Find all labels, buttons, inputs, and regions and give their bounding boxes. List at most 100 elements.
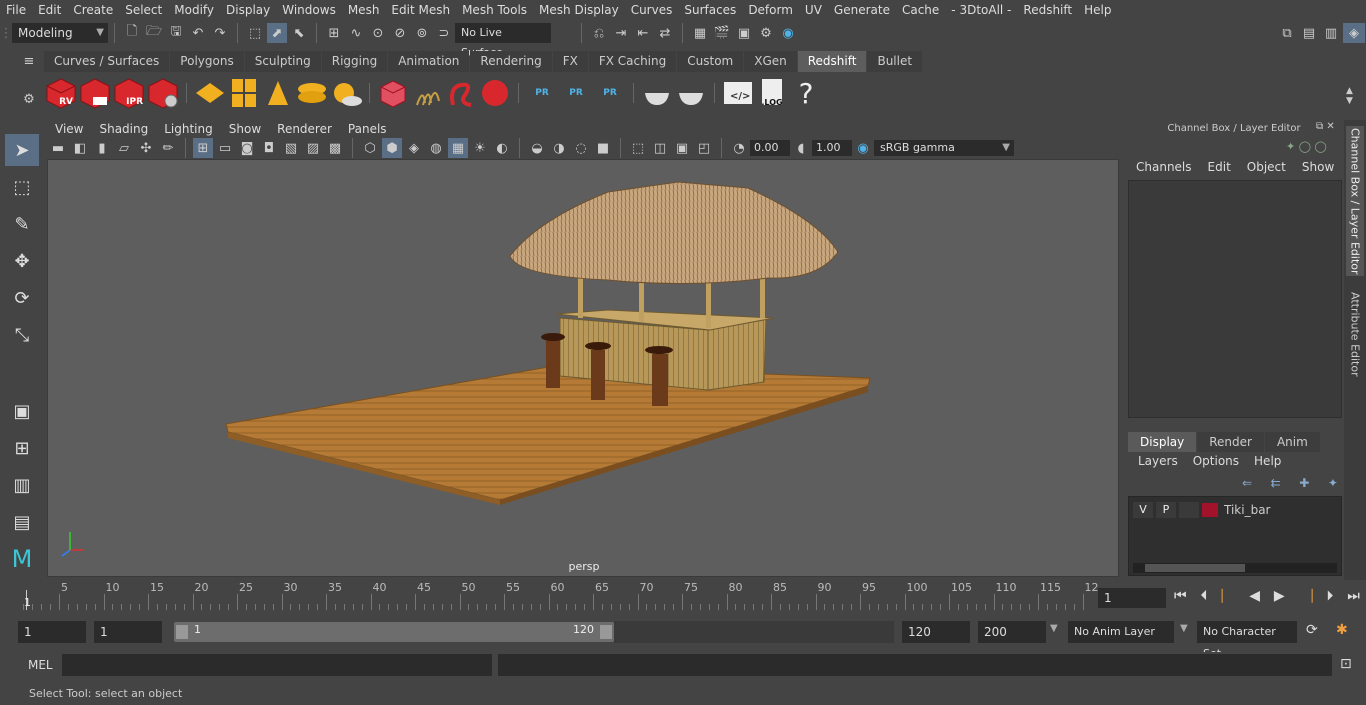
screen-space-ao-icon[interactable]: ◒	[527, 138, 547, 158]
rotate-tool-icon[interactable]: ⟳	[5, 282, 39, 314]
start-time-field[interactable]: 1	[18, 621, 86, 643]
wireframe-icon[interactable]: ⬡	[360, 138, 380, 158]
script-editor-button-icon[interactable]: ⊡	[1340, 656, 1352, 672]
character-set-dropdown[interactable]: No Character Set	[1197, 621, 1297, 660]
range-track[interactable]	[614, 621, 894, 643]
channel-box-menu-show[interactable]: Show	[1294, 160, 1342, 178]
panel-menu-renderer[interactable]: Renderer	[269, 122, 340, 136]
render-view-icon[interactable]: ▦	[690, 23, 710, 43]
command-mode-label[interactable]: MEL	[28, 658, 53, 672]
new-layer-selected-icon[interactable]: ✦	[1328, 476, 1338, 492]
menu-cache[interactable]: Cache	[896, 0, 945, 20]
redshift-ipr-icon[interactable]: IPR	[113, 77, 145, 109]
tab-sculpting[interactable]: Sculpting	[244, 51, 321, 72]
toolbox-toggle-icon[interactable]: ▥	[1321, 23, 1341, 43]
tab-rendering[interactable]: Rendering	[470, 51, 552, 72]
render-current-icon[interactable]: 🎬	[712, 23, 732, 43]
menu-3dtoall[interactable]: - 3DtoAll -	[945, 0, 1017, 20]
play-forward-icon[interactable]: ▶	[1274, 588, 1285, 608]
tab-fx-caching[interactable]: FX Caching	[588, 51, 677, 72]
image-plane-icon[interactable]: ▱	[114, 138, 134, 158]
ipr-render-icon[interactable]: ▣	[734, 23, 754, 43]
layer-scrollbar[interactable]	[1133, 563, 1337, 573]
scale-tool-icon[interactable]: ⤡	[5, 319, 39, 351]
color-management-icon[interactable]: ◉	[853, 138, 873, 158]
lasso-tool-icon[interactable]: ⬚	[5, 171, 39, 203]
tab-polygons[interactable]: Polygons	[170, 51, 244, 72]
tab-display[interactable]: Display	[1128, 432, 1197, 452]
panel-menu-view[interactable]: View	[47, 122, 91, 136]
safe-action-icon[interactable]: ▨	[303, 138, 323, 158]
scrollbar-thumb[interactable]	[1145, 564, 1245, 572]
menu-edit-mesh[interactable]: Edit Mesh	[385, 0, 456, 20]
menu-deform[interactable]: Deform	[742, 0, 799, 20]
layout-icon[interactable]: ▥	[5, 469, 39, 501]
auto-key-icon[interactable]: ⟳	[1306, 622, 1318, 638]
go-to-start-icon[interactable]: ⏮	[1174, 588, 1187, 608]
camera-icon[interactable]: ▬	[48, 138, 68, 158]
channel-box-icons[interactable]: ✦ ◯ ◯	[1286, 140, 1342, 156]
step-back-key-icon[interactable]: ⏴	[1200, 588, 1207, 608]
tab-redshift[interactable]: Redshift	[797, 51, 867, 72]
render-sequence-icon[interactable]: ⇄	[655, 23, 675, 43]
snap-surface-icon[interactable]: ⊚	[412, 23, 432, 43]
redshift-bowl-icon[interactable]	[641, 77, 673, 109]
shadows-icon[interactable]: ◐	[492, 138, 512, 158]
panel-menu-show[interactable]: Show	[221, 122, 269, 136]
hypershade-icon[interactable]: ◉	[778, 23, 798, 43]
layer-display-type[interactable]	[1179, 502, 1199, 518]
select-tool-icon[interactable]: ➤	[5, 134, 39, 166]
shelf-grip-icon[interactable]: ≡	[19, 51, 39, 71]
time-slider[interactable]: 1 5 10 15 20 25 30 35 40 45 50 55 60 65 70 75 80 85 90 95 1…	[22, 580, 1099, 610]
layer-menu-options[interactable]: Options	[1183, 454, 1244, 472]
snap-point-icon[interactable]: ⊙	[368, 23, 388, 43]
menu-uv[interactable]: UV	[799, 0, 828, 20]
redshift-volume-icon[interactable]	[228, 77, 260, 109]
field-chart-icon[interactable]: ▧	[281, 138, 301, 158]
menu-mesh[interactable]: Mesh	[342, 0, 386, 20]
gate-mask-icon[interactable]: ◘	[259, 138, 279, 158]
new-layer-icon[interactable]: ✚	[1299, 476, 1309, 492]
animation-end-field[interactable]: 200	[978, 621, 1046, 643]
use-all-lights-icon[interactable]: ☀	[470, 138, 490, 158]
open-scene-icon[interactable]: 🗁	[144, 23, 164, 43]
output-ops-icon[interactable]: ⇤	[633, 23, 653, 43]
menu-generate[interactable]: Generate	[828, 0, 896, 20]
modeling-toolkit-icon[interactable]: ◈	[1343, 23, 1365, 43]
new-scene-icon[interactable]: 🗋	[122, 23, 142, 43]
menu-curves[interactable]: Curves	[625, 0, 679, 20]
color-space-dropdown[interactable]: sRGB gamma ▼	[874, 140, 1014, 156]
depth-of-field-icon[interactable]: ■	[593, 138, 613, 158]
select-object-icon[interactable]: ⬈	[267, 23, 287, 43]
play-backward-icon[interactable]: ◀	[1249, 588, 1260, 608]
log-icon[interactable]: .LOG	[756, 77, 788, 109]
pr-proxy-icon[interactable]: PR	[526, 77, 558, 109]
panel-menu-lighting[interactable]: Lighting	[156, 122, 221, 136]
shelf-settings-icon[interactable]: ⚙	[19, 89, 39, 109]
gamma-icon[interactable]: ◖	[791, 138, 811, 158]
shelf-scroll[interactable]: ▲ ▼	[1346, 86, 1358, 112]
camera-attributes-icon[interactable]: ◧	[70, 138, 90, 158]
tab-rigging[interactable]: Rigging	[321, 51, 388, 72]
redshift-render-sequence-icon[interactable]	[79, 77, 111, 109]
grease-pencil-icon[interactable]: ✏	[158, 138, 178, 158]
menu-display[interactable]: Display	[220, 0, 276, 20]
film-gate-icon[interactable]: ▭	[215, 138, 235, 158]
menu-edit[interactable]: Edit	[32, 0, 67, 20]
select-component-icon[interactable]: ⬉	[289, 23, 309, 43]
layer-visibility-toggle[interactable]: V	[1133, 502, 1153, 518]
move-layer-up-icon[interactable]: ⇐	[1242, 476, 1252, 492]
redshift-curve-icon[interactable]	[445, 77, 477, 109]
redshift-hair-icon[interactable]	[411, 77, 443, 109]
redshift-settings-icon[interactable]	[147, 77, 179, 109]
input-ops-icon[interactable]: ⇥	[611, 23, 631, 43]
script-editor-icon[interactable]: </>	[722, 77, 754, 109]
motion-blur-icon[interactable]: ◑	[549, 138, 569, 158]
current-frame-field[interactable]: 1	[1098, 588, 1166, 608]
menu-modify[interactable]: Modify	[168, 0, 220, 20]
tab-xgen[interactable]: XGen	[744, 51, 797, 72]
redshift-box-icon[interactable]	[377, 77, 409, 109]
command-input[interactable]	[62, 654, 492, 676]
xray-joints-icon[interactable]: ▣	[672, 138, 692, 158]
step-back-frame-icon[interactable]: ⎸	[1221, 588, 1235, 608]
